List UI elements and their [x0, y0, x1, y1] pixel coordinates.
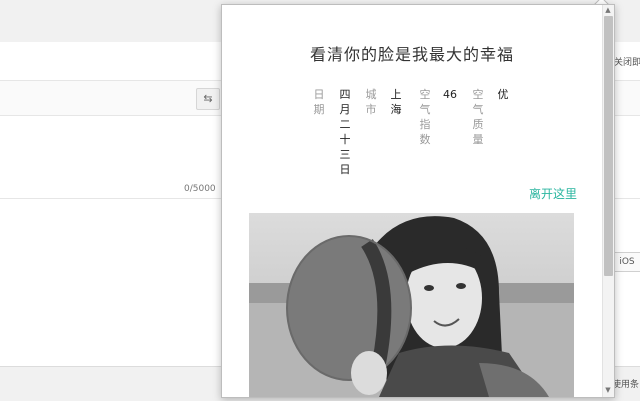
terms-link[interactable]: 使用条 [612, 377, 639, 390]
swap-icon: ⇆ [203, 92, 213, 105]
char-count: 0/5000 [184, 184, 216, 194]
city-label: 城市 [365, 88, 377, 116]
quality-label: 空气质量 [472, 88, 484, 146]
city-value: 上海 [390, 88, 402, 116]
popup-headline: 看清你的脸是我最大的幸福 [309, 45, 514, 64]
leave-link[interactable]: 离开这里 [529, 185, 577, 202]
swap-languages-button[interactable]: ⇆ [196, 88, 220, 110]
ios-button[interactable]: iOS [613, 252, 640, 272]
portrait-photo [249, 213, 574, 397]
aqi-value: 46 [443, 88, 457, 101]
portrait-photo-icon [249, 213, 574, 397]
extension-popup: 看清你的脸是我最大的幸福 日期 四月二十三日 城市 上海 空气指数 46 空气质… [221, 4, 615, 398]
scroll-up-icon[interactable]: ▲ [602, 5, 614, 15]
scroll-down-icon[interactable]: ▼ [602, 385, 614, 395]
date-value: 四月二十三日 [339, 88, 351, 176]
aqi-label: 空气指数 [419, 88, 431, 146]
close-link[interactable]: 关闭即 [614, 55, 640, 68]
quality-value: 优 [497, 88, 509, 101]
date-label: 日期 [313, 88, 325, 116]
scrollbar-thumb[interactable] [604, 16, 613, 276]
